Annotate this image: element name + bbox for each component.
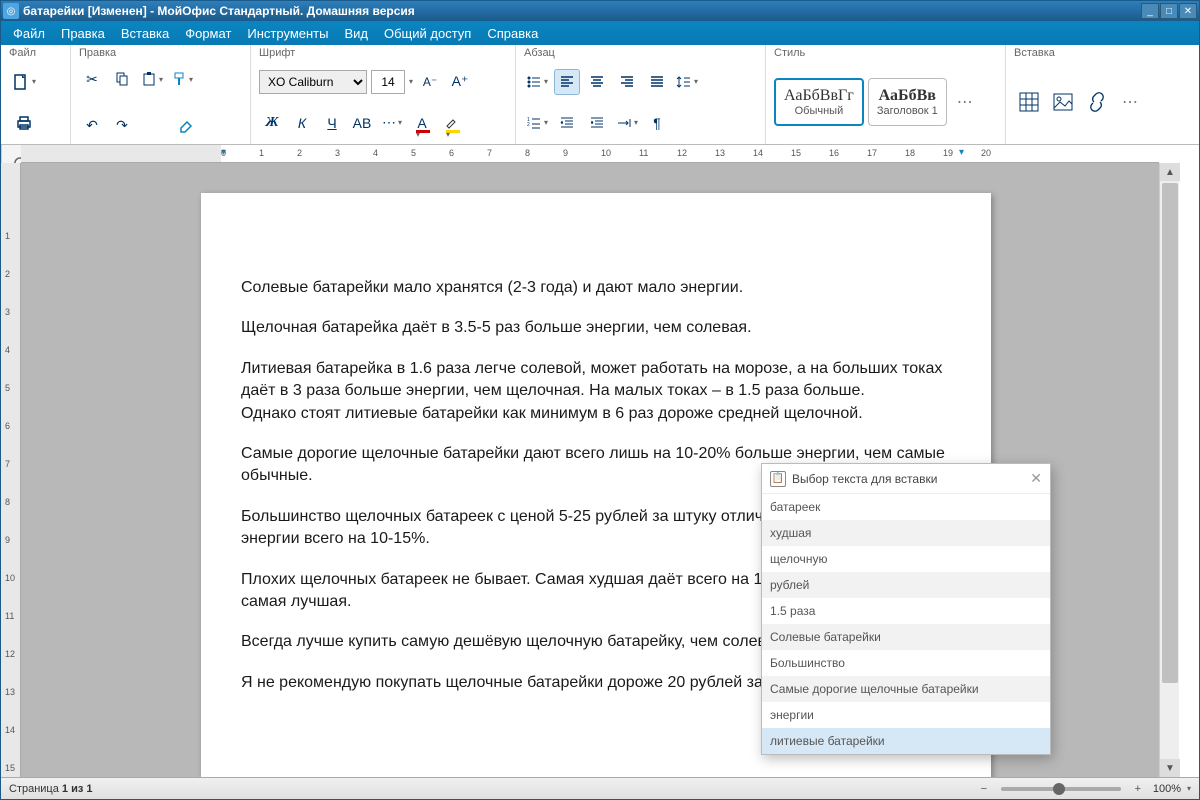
maximize-button[interactable]: □ [1160,3,1178,19]
paste-option[interactable]: батареек [762,494,1050,520]
menu-share[interactable]: Общий доступ [376,26,479,41]
menu-format[interactable]: Формат [177,26,239,41]
paste-option[interactable]: рублей [762,572,1050,598]
svg-text:2: 2 [527,122,530,128]
paragraph: Солевые батарейки мало хранятся (2-3 год… [241,277,951,299]
minimize-button[interactable]: _ [1141,3,1159,19]
zoom-value: 100% [1153,783,1181,795]
close-button[interactable]: ✕ [1179,3,1197,19]
cut-button[interactable]: ✂ [79,66,105,92]
copy-button[interactable] [109,66,135,92]
redo-button[interactable]: ↷ [109,112,135,138]
workspace: ▾ ▾ 01234567891011121314151617181920 123… [1,145,1199,777]
increase-font-button[interactable]: A⁺ [447,69,473,95]
format-painter-button[interactable] [169,66,195,92]
zoom-slider[interactable] [1001,787,1121,791]
paragraph: Щелочная батарейка даёт в 3.5-5 раз боль… [241,317,951,339]
zoom-dropdown-icon[interactable]: ▾ [1187,784,1191,793]
scroll-down-button[interactable]: ▼ [1160,759,1180,777]
strikethrough-button[interactable]: AB [349,110,375,136]
line-spacing-button[interactable] [674,69,700,95]
paste-option[interactable]: Большинство [762,650,1050,676]
paragraph: Литиевая батарейка в 1.6 раза легче соле… [241,358,951,425]
style-label: Заголовок 1 [877,105,938,117]
popup-header: 📋 Выбор текста для вставки ✕ [762,464,1050,494]
paste-option[interactable]: литиевые батарейки [762,728,1050,754]
app-icon: ◎ [3,3,19,19]
scroll-thumb[interactable] [1162,183,1178,683]
paste-option[interactable]: Солевые батарейки [762,624,1050,650]
menu-tools[interactable]: Инструменты [239,26,336,41]
window-title: батарейки [Изменен] - МойОфис Стандартны… [23,4,1141,18]
menu-file[interactable]: Файл [5,26,53,41]
paste-button[interactable] [139,66,165,92]
zoom-in-button[interactable]: + [1129,783,1147,795]
page-indicator: Страница 1 из 1 [9,783,93,795]
decrease-indent-button[interactable] [554,110,580,136]
paste-text-popup: 📋 Выбор текста для вставки ✕ батареек ху… [761,463,1051,755]
increase-indent-button[interactable] [584,110,610,136]
more-insert-button[interactable]: ⋯ [1116,92,1144,112]
popup-title: Выбор текста для вставки [792,472,1030,486]
style-sample: АаБбВв [877,87,938,105]
insert-link-button[interactable] [1082,87,1112,117]
new-document-button[interactable] [9,67,39,97]
align-justify-button[interactable] [644,69,670,95]
scroll-up-button[interactable]: ▲ [1160,163,1180,181]
ribbon: Файл Правка ✂ ↶ ↷ Шрифт [1,45,1199,145]
print-button[interactable] [9,108,39,138]
align-center-button[interactable] [584,69,610,95]
statusbar: Страница 1 из 1 − + 100% ▾ [1,777,1199,799]
menubar: Файл Правка Вставка Формат Инструменты В… [1,21,1199,45]
numbered-list-button[interactable]: 12 [524,110,550,136]
ruler-horizontal[interactable]: ▾ ▾ 01234567891011121314151617181920 [21,145,1159,163]
titlebar: ◎ батарейки [Изменен] - МойОфис Стандарт… [1,1,1199,21]
group-label-paragraph: Абзац [524,47,757,63]
style-heading1[interactable]: АаБбВв Заголовок 1 [868,78,947,126]
group-label-insert: Вставка [1014,47,1168,63]
font-size-input[interactable] [371,70,405,94]
popup-close-button[interactable]: ✕ [1030,470,1042,487]
bold-button[interactable]: Ж [259,110,285,136]
show-marks-button[interactable]: ¶ [644,110,670,136]
paste-option[interactable]: щелочную [762,546,1050,572]
paste-option[interactable]: худшая [762,520,1050,546]
bullet-list-button[interactable] [524,69,550,95]
more-styles-button[interactable]: ⋯ [951,92,979,112]
menu-insert[interactable]: Вставка [113,26,177,41]
ruler-vertical[interactable]: 12345678910111213141516 [1,163,21,777]
insert-table-button[interactable] [1014,87,1044,117]
group-label-edit: Правка [79,47,242,63]
scrollbar-vertical[interactable]: ▲ ▼ [1159,163,1179,777]
paste-option[interactable]: энергии [762,702,1050,728]
decrease-font-button[interactable]: A⁻ [417,69,443,95]
italic-button[interactable]: К [289,110,315,136]
group-label-file: Файл [9,47,62,63]
style-regular[interactable]: АаБбВвГг Обычный [774,78,864,126]
insert-image-button[interactable] [1048,87,1078,117]
zoom-out-button[interactable]: − [975,783,993,795]
zoom-knob[interactable] [1053,783,1065,795]
eraser-button[interactable] [173,112,199,138]
clipboard-icon: 📋 [770,471,786,487]
group-label-style: Стиль [774,47,997,63]
tab-settings-button[interactable] [614,110,640,136]
style-sample: АаБбВвГг [784,87,854,105]
underline-button[interactable]: Ч [319,110,345,136]
highlight-color-button[interactable] [439,110,465,136]
paste-option[interactable]: Самые дорогие щелочные батарейки [762,676,1050,702]
menu-help[interactable]: Справка [479,26,546,41]
align-left-button[interactable] [554,69,580,95]
menu-edit[interactable]: Правка [53,26,113,41]
style-label: Обычный [784,105,854,117]
menu-view[interactable]: Вид [336,26,376,41]
paste-option[interactable]: 1.5 раза [762,598,1050,624]
font-color-button[interactable]: A [409,110,435,136]
align-right-button[interactable] [614,69,640,95]
font-family-select[interactable]: XO Caliburn [259,70,367,94]
undo-button[interactable]: ↶ [79,112,105,138]
more-formatting-button[interactable]: ⋯ [379,110,405,136]
group-label-font: Шрифт [259,47,507,63]
